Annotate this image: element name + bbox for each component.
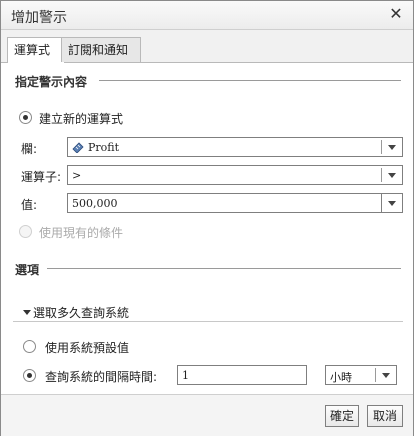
create-new-label: 建立新的運算式 [39, 112, 124, 126]
close-icon[interactable]: ✕ [387, 5, 405, 23]
tab-subscriptions[interactable]: 訂閱和通知 [61, 37, 141, 62]
section-heading-content: 指定警示內容 [15, 75, 88, 89]
use-existing-label: 使用現有的條件 [39, 226, 124, 240]
operator-value: > [72, 169, 82, 182]
value-label: 值: [21, 198, 38, 212]
dialog-title: 增加警示 [11, 10, 67, 26]
section-heading-options: 選項 [15, 263, 40, 277]
dialog-titlebar: 增加警示 ✕ [1, 1, 413, 30]
tab-expression[interactable]: 運算式 [7, 37, 65, 63]
value-value: 500,000 [72, 197, 118, 210]
interval-unit-value: 小時 [330, 371, 352, 384]
operator-label: 運算子: [21, 170, 62, 184]
section-divider [47, 268, 401, 269]
value-combo[interactable]: 500,000 [67, 193, 403, 213]
add-alert-dialog: 增加警示 ✕ 運算式 訂閱和通知 指定警示內容 建立新的運算式 欄: Profi… [0, 0, 414, 436]
combo-separator [375, 368, 376, 382]
radio-use-existing[interactable] [19, 225, 32, 238]
measure-icon [72, 142, 84, 153]
radio-create-new[interactable] [19, 111, 32, 124]
tab-strip: 運算式 訂閱和通知 [1, 30, 413, 63]
cancel-button[interactable]: 取消 [367, 405, 403, 427]
dialog-content: 指定警示內容 建立新的運算式 欄: Profit 運算子: > 值: 500,0… [1, 63, 413, 393]
column-select[interactable]: Profit [67, 137, 403, 157]
interval-input[interactable]: 1 [177, 365, 307, 385]
interval-value: 1 [182, 369, 189, 382]
column-value: Profit [88, 141, 120, 154]
section-divider [99, 80, 401, 81]
chevron-down-icon [388, 201, 396, 206]
column-label: 欄: [21, 142, 38, 156]
radio-interval[interactable] [23, 369, 36, 382]
ok-button[interactable]: 確定 [325, 405, 359, 427]
chevron-down-icon [388, 145, 396, 150]
expand-caret-icon[interactable] [23, 310, 31, 315]
expander-divider [13, 321, 403, 322]
frequency-expander-label[interactable]: 選取多久查詢系統 [33, 304, 129, 321]
radio-use-default[interactable] [23, 340, 36, 353]
dialog-footer: 確定 取消 [1, 394, 413, 436]
interval-label: 查詢系統的間隔時間: [45, 370, 158, 384]
interval-unit-select[interactable]: 小時 [325, 365, 397, 385]
operator-select[interactable]: > [67, 165, 403, 185]
chevron-down-icon [382, 373, 390, 378]
combo-separator [381, 168, 382, 182]
combo-separator [381, 140, 382, 154]
chevron-down-icon [388, 173, 396, 178]
use-default-label: 使用系統預設值 [45, 341, 130, 355]
